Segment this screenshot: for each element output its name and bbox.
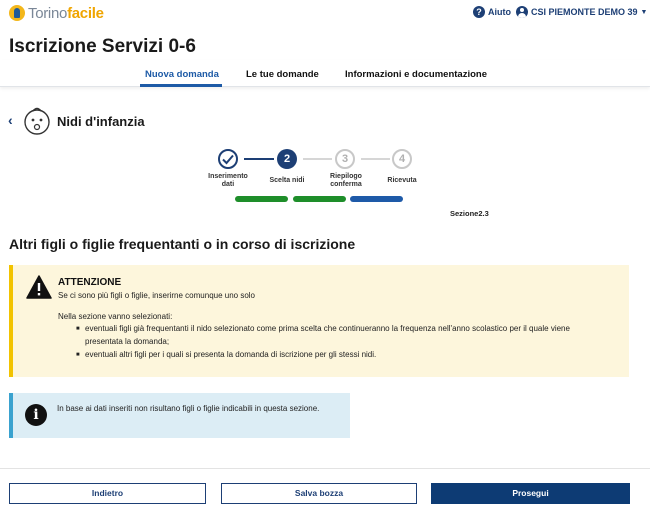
warning-title: ATTENZIONE: [58, 277, 122, 288]
warning-bullet-2: eventuali altri figli per i quali si pre…: [76, 349, 377, 361]
save-draft-button[interactable]: Salva bozza: [221, 483, 417, 504]
step-2-label: Scelta nidi: [269, 177, 305, 184]
top-bar: Torinofacile ? Aiuto CSI PIEMONTE DEMO 3…: [0, 0, 650, 26]
step-1-circle: [218, 149, 238, 169]
tab-informazioni[interactable]: Informazioni e documentazione: [345, 69, 487, 80]
user-menu[interactable]: CSI PIEMONTE DEMO 39 ▼: [516, 6, 647, 18]
step-1-label: Inserimento dati: [208, 173, 248, 188]
back-chevron-icon[interactable]: ‹: [8, 112, 13, 128]
warning-bullet-1-text: eventuali figli già frequentanti il nido…: [85, 324, 570, 333]
tab-nuova-domanda[interactable]: Nuova domanda: [145, 69, 219, 80]
footer-divider: [0, 468, 650, 469]
step-3-circle: 3: [335, 149, 355, 169]
warning-triangle-icon: [26, 275, 52, 299]
info-box: i In base ai dati inseriti non risultano…: [9, 393, 350, 438]
info-icon: i: [25, 404, 47, 426]
progress-bar-2: [293, 196, 346, 202]
warning-bullet-1: eventuali figli già frequentanti il nido…: [76, 323, 570, 335]
torinofacile-logo[interactable]: Torinofacile: [9, 3, 104, 23]
info-text: In base ai dati inseriti non risultano f…: [57, 404, 320, 413]
step-4-circle: 4: [392, 149, 412, 169]
warning-line-1: Se ci sono più figli o figlie, inserirne…: [58, 291, 256, 300]
warning-line-2: Nella sezione vanno selezionati:: [58, 312, 173, 321]
check-icon: [222, 154, 234, 165]
active-tab-indicator: [140, 84, 222, 87]
section-heading: Altri figli o figlie frequentanti o in c…: [9, 236, 356, 252]
logo-text-part1: Torino: [28, 4, 68, 22]
progress-bar-1: [235, 196, 288, 202]
caret-down-icon: ▼: [640, 8, 648, 16]
section-number: Sezione2.3: [450, 209, 489, 218]
warning-bullet-2-text: eventuali altri figli per i quali si pre…: [85, 350, 377, 359]
user-icon: [516, 6, 528, 18]
proceed-button[interactable]: Prosegui: [431, 483, 630, 504]
progress-bar-3: [350, 196, 403, 202]
step-2-circle: 2: [277, 149, 297, 169]
user-name: CSI PIEMONTE DEMO 39: [531, 7, 638, 17]
warning-box: ATTENZIONE Se ci sono più figli o figlie…: [9, 265, 629, 377]
page-title: Iscrizione Servizi 0-6: [9, 36, 196, 57]
main-nav: Nuova domanda Le tue domande Informazion…: [0, 60, 650, 87]
step-connector-3: [361, 158, 390, 160]
logo-icon: [9, 5, 25, 21]
help-label: Aiuto: [488, 7, 511, 17]
section-title: Nidi d'infanzia: [57, 114, 145, 129]
back-button[interactable]: Indietro: [9, 483, 206, 504]
logo-text-part2: facile: [67, 4, 104, 22]
warning-bullet-1-cont: presentata la domanda;: [85, 337, 170, 346]
tab-le-tue-domande[interactable]: Le tue domande: [246, 69, 319, 80]
question-icon: ?: [473, 6, 485, 18]
step-connector-2: [303, 158, 332, 160]
help-link[interactable]: ? Aiuto: [473, 6, 511, 18]
step-connector-1: [244, 158, 274, 160]
step-3-label: Riepilogo conferma: [330, 173, 362, 188]
step-4-label: Ricevuta: [387, 177, 417, 184]
baby-icon: [24, 107, 50, 135]
